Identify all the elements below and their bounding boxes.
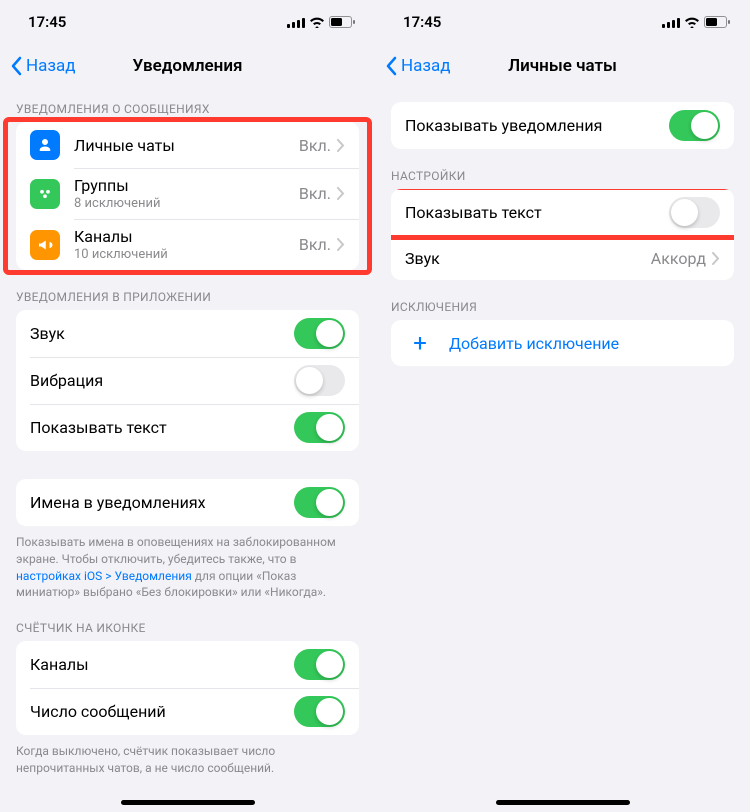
content-left: УВЕДОМЛЕНИЯ О СООБЩЕНИЯХ Личные чаты Вкл… <box>0 88 375 812</box>
ios-settings-link[interactable]: настройках iOS > Уведомления <box>16 569 192 583</box>
switch-vibration[interactable] <box>294 365 345 396</box>
back-button[interactable]: Назад <box>10 56 76 76</box>
phone-right: 17:45 Назад Личные чаты Показывать уведо… <box>375 0 750 812</box>
switch-show-text[interactable] <box>669 197 720 228</box>
back-label: Назад <box>401 56 451 76</box>
group-settings: Показывать текст Звук Аккорд <box>391 189 734 280</box>
row-show-text[interactable]: Показывать текст <box>391 189 734 236</box>
plus-icon: + <box>405 328 435 358</box>
section-header-inapp: УВЕДОМЛЕНИЯ В ПРИЛОЖЕНИИ <box>0 270 375 310</box>
chevron-right-icon <box>337 238 345 251</box>
group-exceptions: + Добавить исключение <box>391 320 734 366</box>
content-right: Показывать уведомления НАСТРОЙКИ Показыв… <box>375 88 750 812</box>
status-time: 17:45 <box>403 13 441 31</box>
row-label: Вибрация <box>30 371 294 390</box>
group-inapp: Звук Вибрация Показывать текст <box>16 310 359 451</box>
row-label: Показывать текст <box>405 203 669 222</box>
row-show-notifications[interactable]: Показывать уведомления <box>391 102 734 149</box>
signal-icon <box>287 17 305 28</box>
switch-show-text[interactable] <box>294 412 345 443</box>
chevron-right-icon <box>337 187 345 200</box>
row-add-exception[interactable]: + Добавить исключение <box>391 320 734 366</box>
group-badge: Каналы Число сообщений <box>16 641 359 735</box>
row-sound[interactable]: Звук <box>16 310 359 357</box>
row-label: Число сообщений <box>30 702 294 721</box>
chevron-left-icon <box>385 56 397 76</box>
row-label: Звук <box>405 249 651 268</box>
row-private-chats[interactable]: Личные чаты Вкл. <box>16 122 359 168</box>
add-exception-label: Добавить исключение <box>449 334 619 353</box>
nav-bar: Назад Уведомления <box>0 44 375 88</box>
section-header-settings: НАСТРОЙКИ <box>375 149 750 189</box>
row-label: Показывать уведомления <box>405 116 669 135</box>
row-label: Каналы <box>74 227 299 246</box>
battery-icon <box>704 16 730 28</box>
row-vibration[interactable]: Вибрация <box>16 357 359 404</box>
nav-bar: Назад Личные чаты <box>375 44 750 88</box>
status-bar: 17:45 <box>0 0 375 44</box>
row-value: Аккорд <box>651 249 706 268</box>
wifi-icon <box>684 17 700 28</box>
row-sublabel: 10 исключений <box>74 247 299 262</box>
status-bar: 17:45 <box>375 0 750 44</box>
row-show-text[interactable]: Показывать текст <box>16 404 359 451</box>
row-value: Вкл. <box>299 184 331 203</box>
row-label: Показывать текст <box>30 418 294 437</box>
group-show-notif: Показывать уведомления <box>391 102 734 149</box>
row-value: Вкл. <box>299 136 331 155</box>
chevron-left-icon <box>10 56 22 76</box>
status-time: 17:45 <box>28 13 66 31</box>
footer-names: Показывать имена в оповещениях на заблок… <box>0 526 375 601</box>
row-sublabel: 8 исключений <box>74 196 299 211</box>
row-value: Вкл. <box>299 235 331 254</box>
row-label: Личные чаты <box>74 136 299 155</box>
wifi-icon <box>309 17 325 28</box>
phone-left: 17:45 Назад Уведомления УВЕДОМЛЕНИЯ О СО… <box>0 0 375 812</box>
group-message-notifications: Личные чаты Вкл. Группы8 исключений Вкл.… <box>16 122 359 270</box>
row-badge-channels[interactable]: Каналы <box>16 641 359 688</box>
switch-badge-count[interactable] <box>294 696 345 727</box>
switch-sound[interactable] <box>294 318 345 349</box>
row-label: Имена в уведомлениях <box>30 493 294 512</box>
row-badge-count[interactable]: Число сообщений <box>16 688 359 735</box>
switch-badge-channels[interactable] <box>294 649 345 680</box>
person-icon <box>30 130 60 160</box>
section-header-exceptions: ИСКЛЮЧЕНИЯ <box>375 280 750 320</box>
back-label: Назад <box>26 56 76 76</box>
chevron-right-icon <box>712 252 720 265</box>
switch-show-notifications[interactable] <box>669 110 720 141</box>
row-label: Каналы <box>30 655 294 674</box>
group-icon <box>30 179 60 209</box>
row-label: Группы <box>74 176 299 195</box>
section-header-messages: УВЕДОМЛЕНИЯ О СООБЩЕНИЯХ <box>0 88 375 122</box>
row-label: Звук <box>30 324 294 343</box>
signal-icon <box>662 17 680 28</box>
battery-icon <box>329 16 355 28</box>
back-button[interactable]: Назад <box>385 56 451 76</box>
row-names[interactable]: Имена в уведомлениях <box>16 479 359 526</box>
section-header-badge: СЧЁТЧИК НА ИКОНКЕ <box>0 601 375 641</box>
home-indicator <box>496 800 630 805</box>
switch-names[interactable] <box>294 487 345 518</box>
status-icons <box>662 16 730 28</box>
row-channels[interactable]: Каналы10 исключений Вкл. <box>16 219 359 270</box>
group-names: Имена в уведомлениях <box>16 479 359 526</box>
status-icons <box>287 16 355 28</box>
row-sound-setting[interactable]: Звук Аккорд <box>391 236 734 280</box>
megaphone-icon <box>30 230 60 260</box>
chevron-right-icon <box>337 139 345 152</box>
home-indicator <box>121 800 255 805</box>
footer-badge: Когда выключено, счётчик показывает числ… <box>0 735 375 777</box>
row-groups[interactable]: Группы8 исключений Вкл. <box>16 168 359 219</box>
